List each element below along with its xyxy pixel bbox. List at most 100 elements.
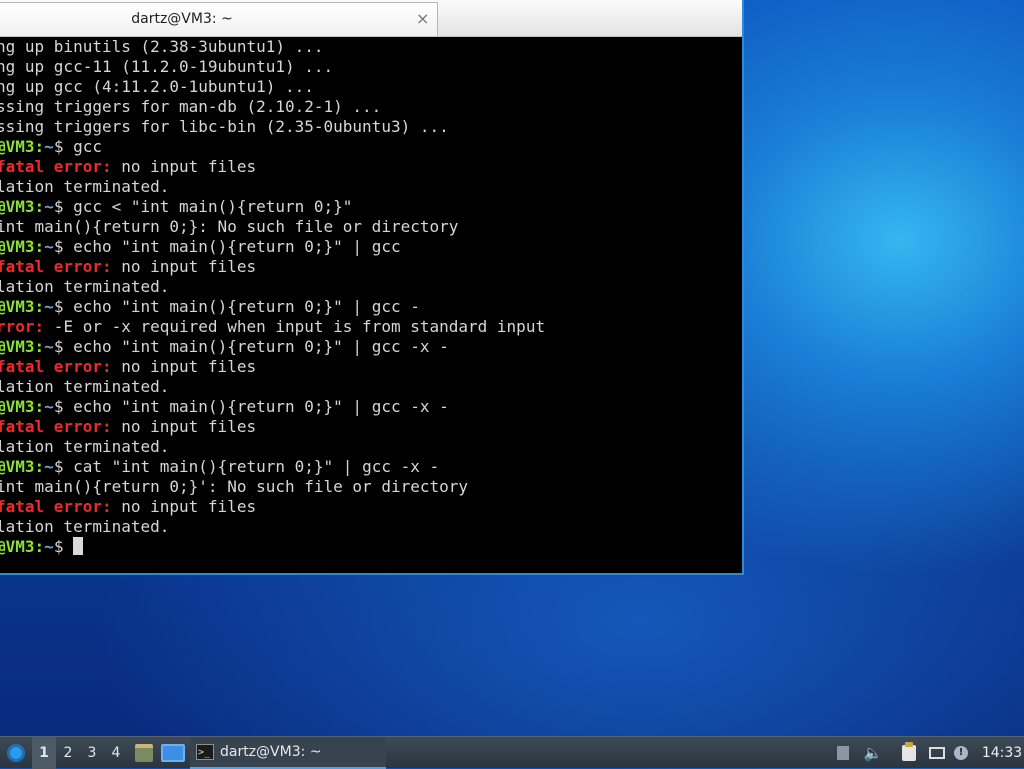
terminal-line: lation terminated. bbox=[0, 437, 736, 457]
output-text: ng up gcc (4:11.2.0-1ubuntu1) ... bbox=[0, 77, 314, 96]
terminal-window[interactable]: dartz@VM3: ~ × ng up binutils (2.38-3ubu… bbox=[0, 0, 744, 575]
prompt-segment: : bbox=[34, 457, 45, 476]
output-text: ng up gcc-11 (11.2.0-19ubuntu1) ... bbox=[0, 57, 334, 76]
show-desktop-icon bbox=[161, 744, 185, 762]
tray-expand-button[interactable] bbox=[834, 737, 852, 769]
prompt-segment: ~ bbox=[44, 337, 54, 356]
prompt-segment: ~ bbox=[44, 197, 54, 216]
prompt-segment: @VM3 bbox=[0, 197, 35, 216]
clipboard-icon bbox=[902, 742, 916, 761]
prompt-segment: ~ bbox=[44, 537, 54, 556]
prompt-segment: @VM3 bbox=[0, 337, 35, 356]
terminal-line: @VM3:~$ echo "int main(){return 0;}" | g… bbox=[0, 337, 736, 357]
terminal-line: ng up gcc-11 (11.2.0-19ubuntu1) ... bbox=[0, 57, 736, 77]
terminal-line: @VM3:~$ bbox=[0, 537, 736, 557]
tray-expand-icon bbox=[837, 746, 849, 760]
tab-title: dartz@VM3: ~ bbox=[131, 11, 233, 27]
terminal-line: @VM3:~$ cat "int main(){return 0;}" | gc… bbox=[0, 457, 736, 477]
terminal-line: @VM3:~$ gcc < "int main(){return 0;}" bbox=[0, 197, 736, 217]
terminal-line: fatal error: no input files bbox=[0, 417, 736, 437]
prompt-segment: : bbox=[34, 337, 45, 356]
output-text: lation terminated. bbox=[0, 437, 170, 456]
show-desktop-button[interactable] bbox=[160, 737, 186, 769]
workspace-1-button[interactable]: 1 bbox=[32, 737, 56, 769]
prompt-segment: ~ bbox=[44, 137, 54, 156]
terminal-line: ssing triggers for man-db (2.10.2-1) ... bbox=[0, 97, 736, 117]
output-text: int main(){return 0;}': No such file or … bbox=[0, 477, 469, 496]
prompt-segment: : bbox=[34, 137, 45, 156]
start-menu-button[interactable] bbox=[2, 737, 30, 769]
close-tab-icon[interactable]: × bbox=[416, 9, 429, 28]
error-label: rror: bbox=[0, 317, 45, 336]
taskbar-item-terminal[interactable]: >_ dartz@VM3: ~ bbox=[190, 737, 386, 769]
output-text: lation terminated. bbox=[0, 277, 170, 296]
taskbar-item-label: dartz@VM3: ~ bbox=[220, 744, 322, 760]
terminal-line: lation terminated. bbox=[0, 277, 736, 297]
terminal-line: ng up binutils (2.38-3ubuntu1) ... bbox=[0, 37, 736, 57]
output-text: ssing triggers for libc-bin (2.35-0ubunt… bbox=[0, 117, 449, 136]
output-text: $ echo "int main(){return 0;}" | gcc bbox=[53, 237, 401, 256]
output-text: lation terminated. bbox=[0, 177, 170, 196]
terminal-line: @VM3:~$ gcc bbox=[0, 137, 736, 157]
terminal-line: fatal error: no input files bbox=[0, 497, 736, 517]
volume-button[interactable]: 🔈 bbox=[862, 737, 884, 769]
network-button[interactable] bbox=[926, 737, 948, 769]
output-text: $ gcc < "int main(){return 0;}" bbox=[53, 197, 353, 216]
terminal-tab[interactable]: dartz@VM3: ~ × bbox=[0, 2, 438, 36]
terminal-line: @VM3:~$ echo "int main(){return 0;}" | g… bbox=[0, 397, 736, 417]
output-text: $ echo "int main(){return 0;}" | gcc - bbox=[53, 297, 420, 316]
prompt-segment: @VM3 bbox=[0, 457, 35, 476]
output-text: int main(){return 0;}: No such file or d… bbox=[0, 217, 459, 236]
prompt-segment: ~ bbox=[44, 457, 54, 476]
terminal-line: ssing triggers for libc-bin (2.35-0ubunt… bbox=[0, 117, 736, 137]
distro-logo-icon bbox=[7, 744, 25, 762]
terminal-output[interactable]: ng up binutils (2.38-3ubuntu1) ... ng up … bbox=[0, 36, 738, 572]
error-label: fatal error: bbox=[0, 357, 112, 376]
output-text: lation terminated. bbox=[0, 377, 170, 396]
error-label: fatal error: bbox=[0, 497, 112, 516]
prompt-segment: @VM3 bbox=[0, 397, 35, 416]
output-text: no input files bbox=[111, 417, 257, 436]
terminal-line: ng up gcc (4:11.2.0-1ubuntu1) ... bbox=[0, 77, 736, 97]
prompt-segment: : bbox=[34, 197, 45, 216]
terminal-line: fatal error: no input files bbox=[0, 257, 736, 277]
workspace-4-button[interactable]: 4 bbox=[104, 737, 128, 769]
prompt-segment: : bbox=[34, 237, 45, 256]
file-manager-icon bbox=[135, 744, 153, 762]
update-notifier-button[interactable]: ! bbox=[950, 737, 972, 769]
prompt-segment: : bbox=[34, 537, 45, 556]
network-icon bbox=[929, 747, 945, 759]
terminal-icon: >_ bbox=[196, 744, 214, 760]
prompt-segment: ~ bbox=[44, 297, 54, 316]
output-text: ng up binutils (2.38-3ubuntu1) ... bbox=[0, 37, 324, 56]
file-manager-launcher[interactable] bbox=[132, 737, 156, 769]
taskbar: 1 2 3 4 >_ dartz@VM3: ~ 🔈 ! 14:33 bbox=[0, 736, 1024, 769]
terminal-line: lation terminated. bbox=[0, 177, 736, 197]
terminal-line: rror: -E or -x required when input is fr… bbox=[0, 317, 736, 337]
prompt-segment: @VM3 bbox=[0, 537, 35, 556]
output-text: ssing triggers for man-db (2.10.2-1) ... bbox=[0, 97, 382, 116]
workspace-3-button[interactable]: 3 bbox=[80, 737, 104, 769]
terminal-line: lation terminated. bbox=[0, 517, 736, 537]
output-text: $ cat "int main(){return 0;}" | gcc -x - bbox=[53, 457, 440, 476]
clock[interactable]: 14:33 bbox=[980, 737, 1024, 769]
prompt-segment: ~ bbox=[44, 237, 54, 256]
workspace-2-button[interactable]: 2 bbox=[56, 737, 80, 769]
output-text: no input files bbox=[111, 157, 257, 176]
output-text: $ echo "int main(){return 0;}" | gcc -x … bbox=[53, 397, 449, 416]
terminal-line: int main(){return 0;}: No such file or d… bbox=[0, 217, 736, 237]
terminal-line: fatal error: no input files bbox=[0, 357, 736, 377]
title-bar[interactable]: dartz@VM3: ~ × bbox=[0, 0, 742, 37]
prompt-segment: : bbox=[34, 297, 45, 316]
output-text: no input files bbox=[111, 357, 257, 376]
error-label: fatal error: bbox=[0, 157, 112, 176]
prompt-segment: : bbox=[34, 397, 45, 416]
desktop-wallpaper: dartz@VM3: ~ × ng up binutils (2.38-3ubu… bbox=[0, 0, 1024, 736]
terminal-line: lation terminated. bbox=[0, 377, 736, 397]
error-label: fatal error: bbox=[0, 417, 112, 436]
terminal-line: fatal error: no input files bbox=[0, 157, 736, 177]
update-notifier-icon: ! bbox=[954, 746, 968, 760]
clipboard-button[interactable] bbox=[898, 737, 920, 769]
prompt-segment: @VM3 bbox=[0, 237, 35, 256]
terminal-line: @VM3:~$ echo "int main(){return 0;}" | g… bbox=[0, 297, 736, 317]
